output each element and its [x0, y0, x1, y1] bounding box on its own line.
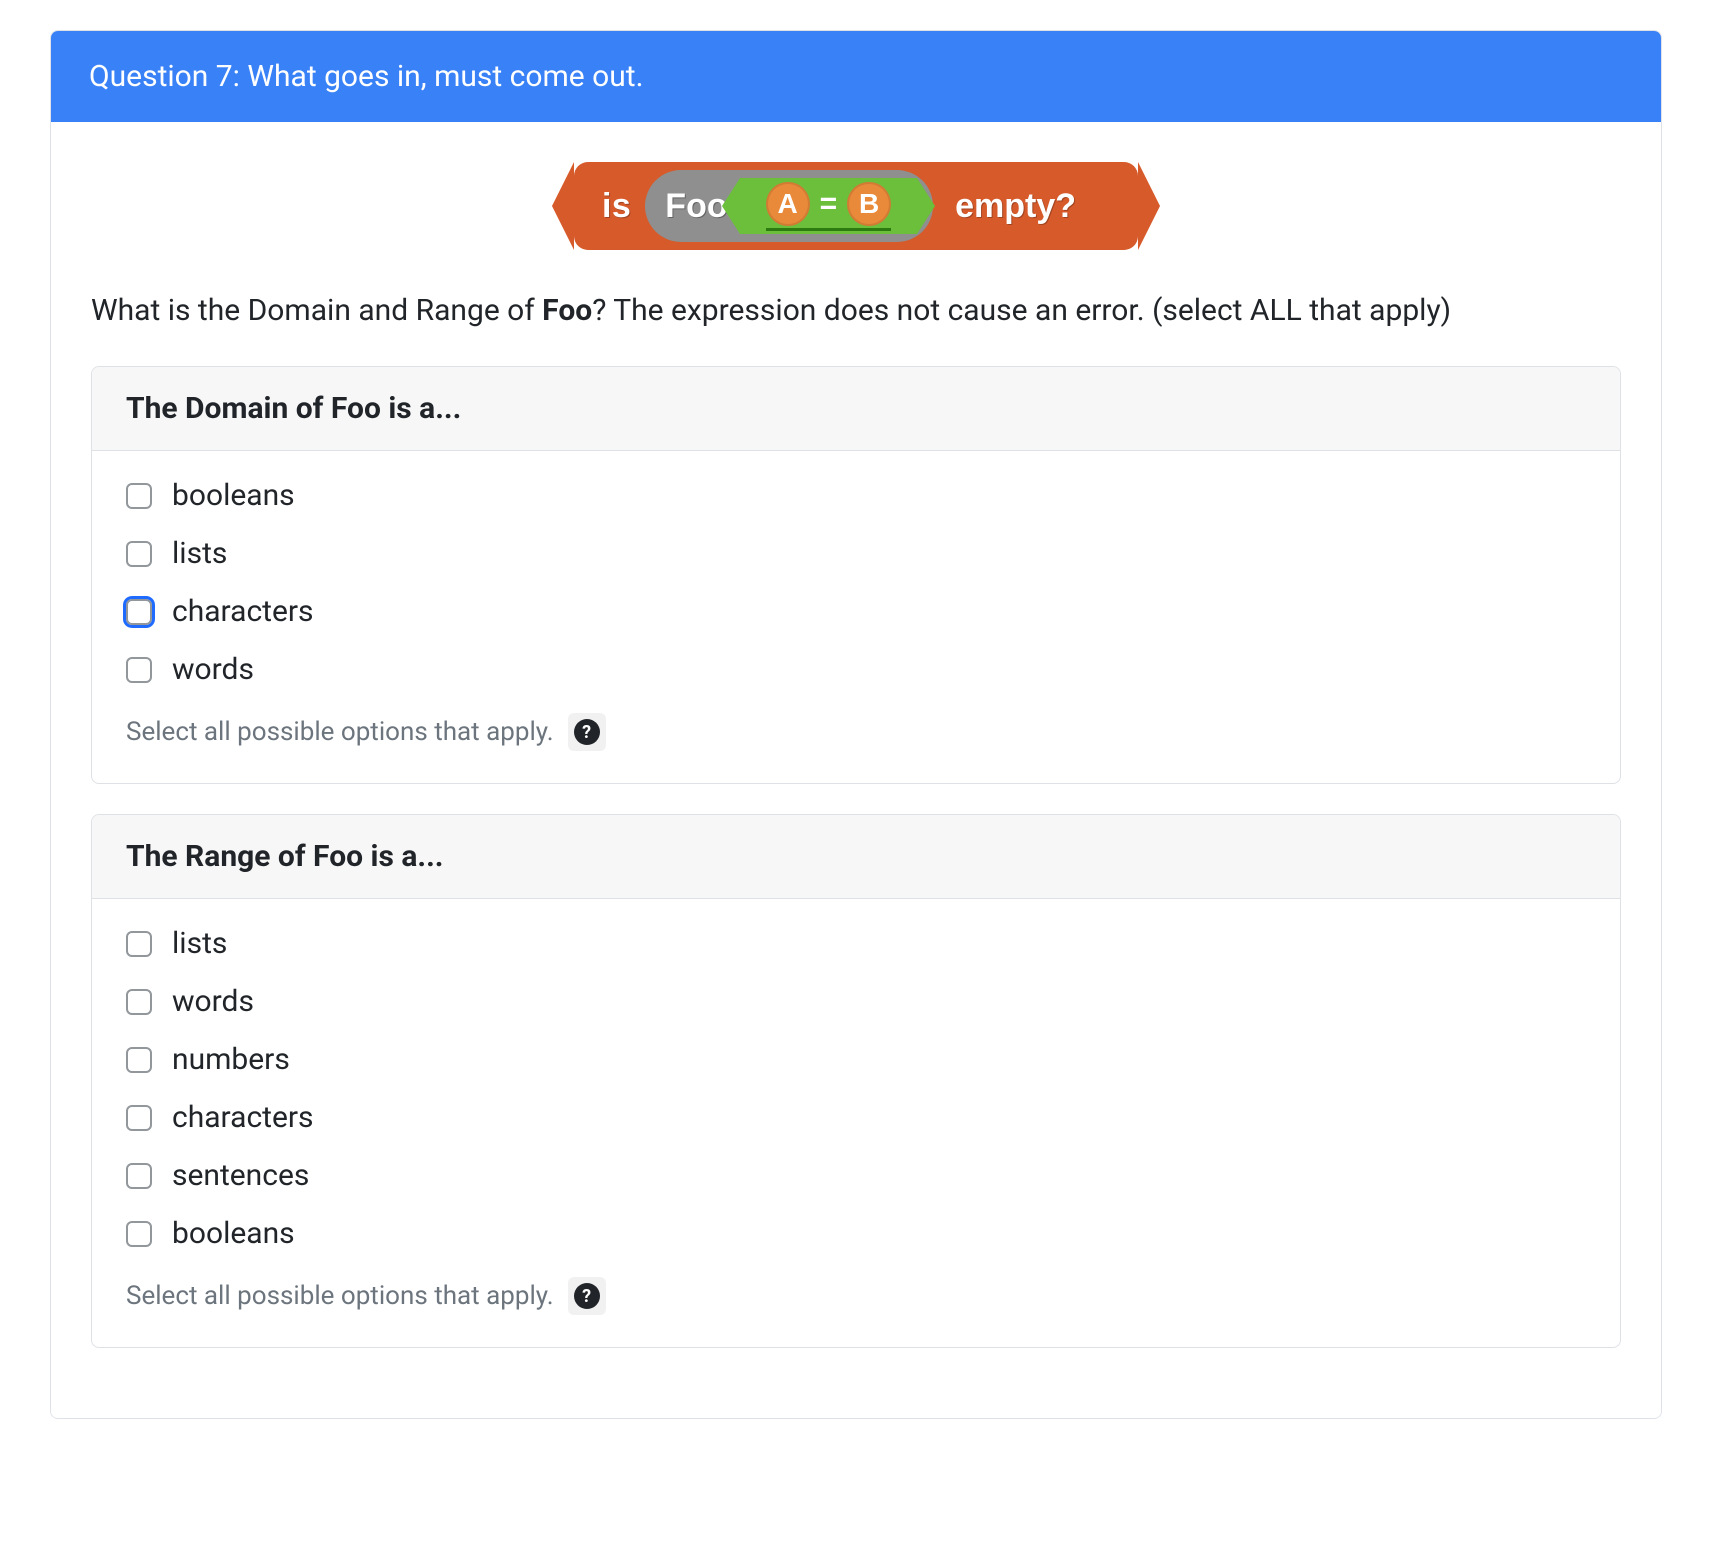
option-checkbox[interactable] — [126, 483, 152, 509]
snap-empty-label: empty? — [955, 187, 1076, 226]
option-checkbox[interactable] — [126, 1163, 152, 1189]
help-row: Select all possible options that apply.? — [126, 713, 1586, 751]
option-row: characters — [126, 597, 1586, 627]
snap-input-a: A — [766, 182, 810, 226]
snap-equals: = — [820, 187, 838, 221]
option-checkbox[interactable] — [126, 1047, 152, 1073]
snap-is-label: is — [602, 187, 631, 226]
option-label[interactable]: numbers — [172, 1045, 290, 1075]
option-label[interactable]: words — [172, 655, 254, 685]
option-checkbox[interactable] — [126, 989, 152, 1015]
question-header: Question 7: What goes in, must come out. — [51, 31, 1661, 122]
option-checkbox[interactable] — [126, 1105, 152, 1131]
question-prefix: What is the Domain and Range of — [91, 293, 542, 328]
domain-options-body: booleans lists characters words Select all p… — [92, 451, 1620, 783]
help-button[interactable]: ? — [568, 713, 606, 751]
option-row: words — [126, 987, 1586, 1017]
option-checkbox[interactable] — [126, 599, 152, 625]
option-row: words — [126, 655, 1586, 685]
option-label[interactable]: words — [172, 987, 254, 1017]
option-row: lists — [126, 929, 1586, 959]
question-title: Question 7: What goes in, must come out. — [89, 59, 644, 94]
option-label[interactable]: characters — [172, 597, 314, 627]
option-checkbox[interactable] — [126, 1221, 152, 1247]
snap-input-b: B — [847, 182, 891, 226]
option-checkbox[interactable] — [126, 931, 152, 957]
help-button[interactable]: ? — [568, 1277, 606, 1315]
option-row: numbers — [126, 1045, 1586, 1075]
option-row: booleans — [126, 481, 1586, 511]
domain-panel-title: The Domain of Foo is a... — [92, 367, 1620, 451]
help-row: Select all possible options that apply.? — [126, 1277, 1586, 1315]
snap-predicate: A = B — [740, 178, 918, 234]
option-label[interactable]: sentences — [172, 1161, 309, 1191]
help-icon: ? — [574, 1283, 600, 1309]
option-label[interactable]: characters — [172, 1103, 314, 1133]
help-text: Select all possible options that apply. — [126, 717, 554, 747]
option-checkbox[interactable] — [126, 657, 152, 683]
option-row: booleans — [126, 1219, 1586, 1249]
question-suffix: ? The expression does not cause an error… — [592, 293, 1451, 328]
option-label[interactable]: lists — [172, 929, 227, 959]
help-icon: ? — [574, 719, 600, 745]
option-label[interactable]: booleans — [172, 1219, 295, 1249]
question-body: is Foo A = B empty? — [51, 122, 1661, 1418]
option-label[interactable]: lists — [172, 539, 227, 569]
question-bold: Foo — [542, 293, 592, 328]
option-label[interactable]: booleans — [172, 481, 295, 511]
range-panel: The Range of Foo is a... lists words numbe… — [91, 814, 1621, 1348]
option-row: characters — [126, 1103, 1586, 1133]
range-options-body: lists words numbers characters sentences bool… — [92, 899, 1620, 1347]
question-card: Question 7: What goes in, must come out.… — [50, 30, 1662, 1419]
snap-block-is-empty: is Foo A = B empty? — [574, 162, 1138, 250]
question-text: What is the Domain and Range of Foo? The… — [91, 290, 1621, 332]
range-panel-title: The Range of Foo is a... — [92, 815, 1620, 899]
help-text: Select all possible options that apply. — [126, 1281, 554, 1311]
snap-foo-slot: Foo A = B — [645, 170, 933, 242]
snap-foo-label: Foo — [665, 187, 727, 226]
option-checkbox[interactable] — [126, 541, 152, 567]
snap-pred-inner: A = B — [766, 182, 892, 231]
domain-panel: The Domain of Foo is a... booleans lists c… — [91, 366, 1621, 784]
option-row: lists — [126, 539, 1586, 569]
code-block-figure: is Foo A = B empty? — [91, 122, 1621, 290]
option-row: sentences — [126, 1161, 1586, 1191]
